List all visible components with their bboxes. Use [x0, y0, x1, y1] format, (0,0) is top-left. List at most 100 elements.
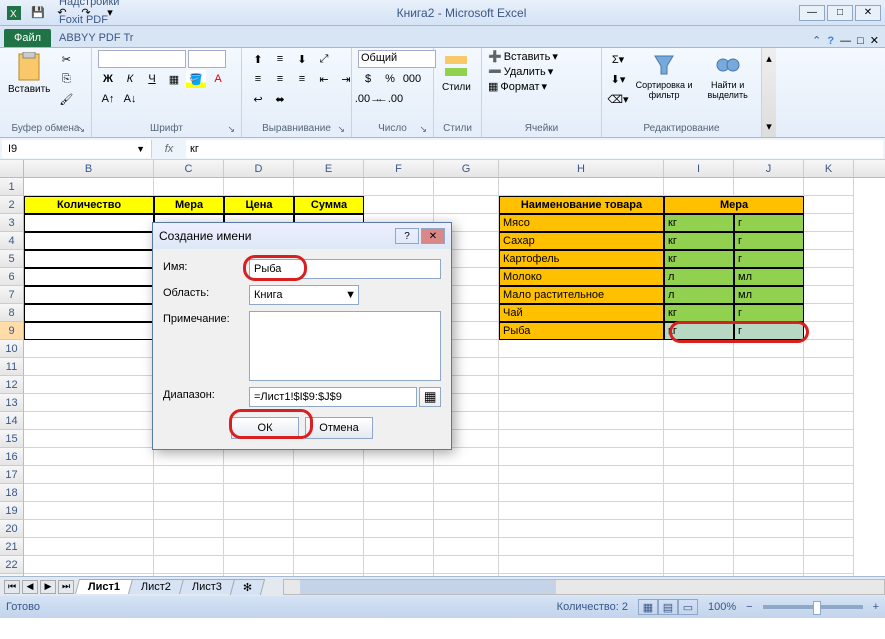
cell[interactable]	[804, 520, 854, 538]
cell[interactable]	[294, 574, 364, 576]
cell[interactable]	[294, 484, 364, 502]
align-center-icon[interactable]: ≡	[270, 70, 290, 88]
cell[interactable]	[734, 574, 804, 576]
cell[interactable]	[804, 376, 854, 394]
cell[interactable]	[364, 556, 434, 574]
cell[interactable]	[224, 502, 294, 520]
cell[interactable]	[294, 178, 364, 196]
cell[interactable]	[364, 502, 434, 520]
cell[interactable]	[154, 520, 224, 538]
cell[interactable]	[734, 430, 804, 448]
cell[interactable]: кг	[664, 322, 734, 340]
cell[interactable]	[804, 250, 854, 268]
cell[interactable]	[499, 412, 664, 430]
column-header[interactable]: K	[804, 160, 854, 177]
cell[interactable]	[154, 574, 224, 576]
cell[interactable]	[804, 268, 854, 286]
column-header[interactable]: J	[734, 160, 804, 177]
cell[interactable]	[664, 574, 734, 576]
styles-button[interactable]: Стили	[440, 50, 473, 95]
column-header[interactable]: D	[224, 160, 294, 177]
cell[interactable]	[734, 520, 804, 538]
decrease-decimal-icon[interactable]: ←.00	[380, 90, 400, 108]
cell[interactable]: Картофель	[499, 250, 664, 268]
cell[interactable]	[294, 556, 364, 574]
cell[interactable]	[804, 178, 854, 196]
cell[interactable]	[434, 448, 499, 466]
italic-icon[interactable]: К	[120, 70, 140, 88]
zoom-out-icon[interactable]: −	[746, 601, 752, 613]
doc-close-icon[interactable]: ✕	[870, 34, 879, 47]
cell[interactable]	[804, 556, 854, 574]
insert-cells-button[interactable]: ➕Вставить ▾	[488, 50, 558, 63]
cell[interactable]: Чай	[499, 304, 664, 322]
cell[interactable]	[664, 412, 734, 430]
align-bottom-icon[interactable]: ⬇	[292, 50, 312, 68]
cell[interactable]	[24, 340, 154, 358]
fill-icon[interactable]: ⬇▾	[608, 70, 628, 88]
cell[interactable]	[434, 556, 499, 574]
cell[interactable]	[734, 502, 804, 520]
cell[interactable]	[364, 484, 434, 502]
cell[interactable]: кг	[664, 250, 734, 268]
align-left-icon[interactable]: ≡	[248, 70, 268, 88]
cell[interactable]	[24, 466, 154, 484]
align-top-icon[interactable]: ⬆	[248, 50, 268, 68]
save-icon[interactable]: 💾	[28, 3, 48, 23]
shrink-font-icon[interactable]: A↓	[120, 90, 140, 108]
find-select-button[interactable]: Найти и выделить	[700, 50, 755, 102]
ok-button[interactable]: ОК	[231, 417, 299, 439]
cell[interactable]	[434, 484, 499, 502]
cell[interactable]: кг	[664, 304, 734, 322]
row-header[interactable]: 12	[0, 376, 24, 394]
cell[interactable]	[804, 484, 854, 502]
delete-cells-button[interactable]: ➖Удалить ▾	[488, 65, 553, 78]
chevron-down-icon[interactable]: ▼	[136, 144, 145, 154]
cell[interactable]: л	[664, 286, 734, 304]
cell[interactable]	[499, 538, 664, 556]
column-header[interactable]: H	[499, 160, 664, 177]
cell[interactable]	[499, 520, 664, 538]
cell[interactable]	[499, 448, 664, 466]
select-all-corner[interactable]	[0, 160, 24, 177]
autosum-icon[interactable]: Σ▾	[608, 50, 628, 68]
cut-icon[interactable]: ✂	[56, 50, 76, 68]
wrap-text-icon[interactable]: ↩	[248, 90, 268, 108]
fx-icon[interactable]: fx	[154, 143, 184, 155]
normal-view-icon[interactable]: ▦	[638, 599, 658, 615]
cell[interactable]	[664, 340, 734, 358]
cell[interactable]	[499, 556, 664, 574]
formula-input[interactable]	[186, 140, 883, 158]
cell[interactable]	[364, 520, 434, 538]
cell[interactable]	[664, 466, 734, 484]
cell[interactable]	[499, 340, 664, 358]
row-header[interactable]: 6	[0, 268, 24, 286]
name-input[interactable]	[249, 259, 441, 279]
row-header[interactable]: 23	[0, 574, 24, 576]
help-icon[interactable]: ?	[827, 35, 834, 47]
sheet-tab[interactable]: Лист1	[75, 579, 133, 594]
cell[interactable]	[734, 538, 804, 556]
cell[interactable]	[154, 448, 224, 466]
cell[interactable]	[224, 178, 294, 196]
cell[interactable]	[364, 448, 434, 466]
cell[interactable]	[224, 574, 294, 576]
cell[interactable]	[664, 448, 734, 466]
prev-sheet-icon[interactable]: ◀	[22, 580, 38, 594]
cell[interactable]: кг	[664, 232, 734, 250]
merge-icon[interactable]: ⬌	[270, 90, 290, 108]
row-header[interactable]: 14	[0, 412, 24, 430]
cell[interactable]	[24, 574, 154, 576]
note-textarea[interactable]	[249, 311, 441, 381]
number-format-combo[interactable]: Общий	[358, 50, 436, 68]
cell[interactable]	[154, 466, 224, 484]
dialog-close-icon[interactable]: ✕	[421, 228, 445, 244]
row-header[interactable]: 9	[0, 322, 24, 340]
cell[interactable]	[294, 502, 364, 520]
cell[interactable]	[804, 538, 854, 556]
format-painter-icon[interactable]: 🖌	[56, 90, 76, 108]
cell[interactable]: мл	[734, 268, 804, 286]
cell[interactable]	[499, 430, 664, 448]
row-header[interactable]: 18	[0, 484, 24, 502]
cell[interactable]	[224, 538, 294, 556]
